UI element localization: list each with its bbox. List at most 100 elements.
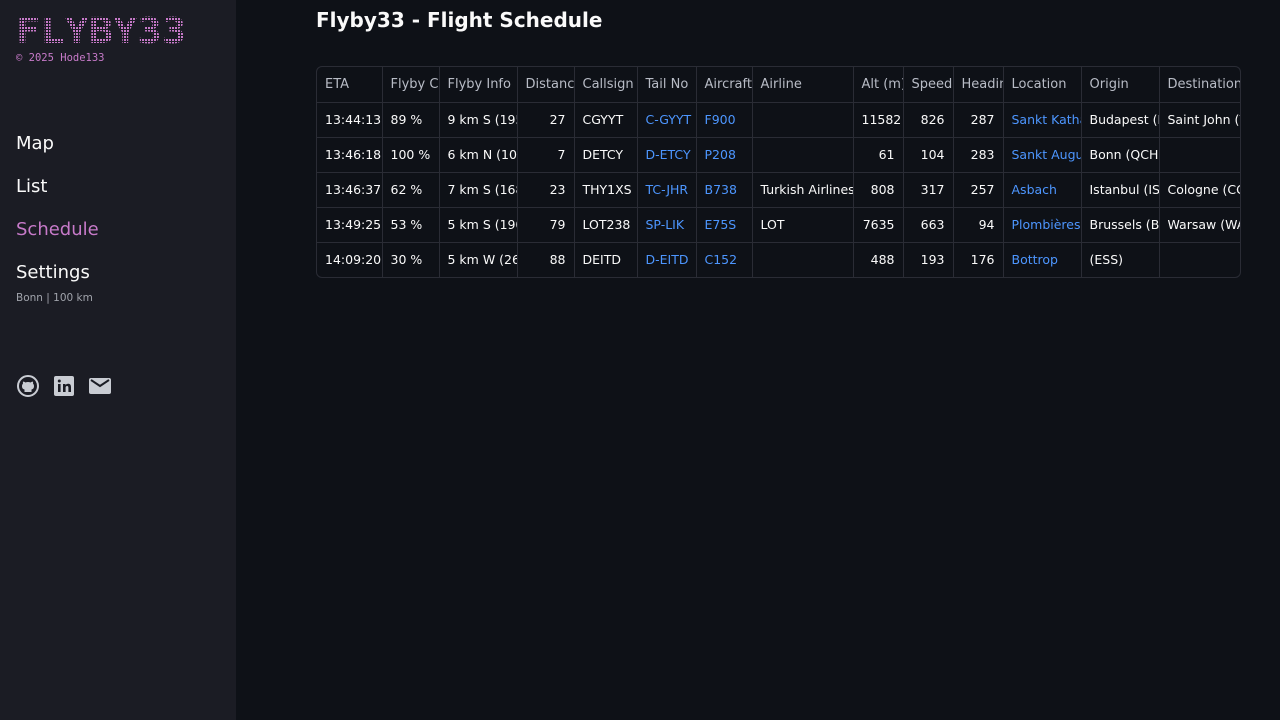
social-links	[16, 374, 112, 398]
cell-tail-no[interactable]: D-EITD	[637, 242, 697, 277]
cell-eta: 13:46:37	[317, 172, 383, 208]
cell-callsign: CGYYT	[574, 102, 638, 138]
cell-flyby-info: 6 km N (10°)	[439, 137, 518, 173]
cell-eta: 13:49:25	[317, 207, 383, 243]
cell-callsign: DETCY	[574, 137, 638, 173]
cell-aircraft[interactable]: E75S	[696, 207, 753, 243]
cell-origin: (ESS)	[1081, 242, 1160, 277]
cell-origin: Brussels (BR	[1081, 207, 1160, 243]
cell-eta: 13:44:13	[317, 102, 383, 138]
cell-aircraft[interactable]: B738	[696, 172, 753, 208]
cell-altitude: 808	[853, 172, 904, 208]
cell-flyby-chance: 53 %	[382, 207, 440, 243]
cell-tail-no[interactable]: TC-JHR	[637, 172, 697, 208]
cell-tail-no[interactable]: D-ETCY	[637, 137, 697, 173]
column-header-distance[interactable]: Distance	[517, 67, 575, 103]
cell-flyby-info: 5 km S (190°	[439, 207, 518, 243]
cell-distance: 79	[517, 207, 575, 243]
cell-altitude: 11582	[853, 102, 904, 138]
cell-flyby-chance: 100 %	[382, 137, 440, 173]
settings-summary: Bonn | 100 km	[16, 292, 93, 304]
cell-destination: Cologne (CG	[1159, 172, 1240, 208]
cell-heading: 176	[953, 242, 1004, 277]
table-row[interactable]: 13:46:3762 %7 km S (168°23THY1XSTC-JHRB7…	[317, 172, 1240, 208]
column-header-callsign[interactable]: Callsign	[574, 67, 638, 103]
cell-heading: 94	[953, 207, 1004, 243]
cell-airline	[752, 102, 854, 138]
cell-location[interactable]: Plombières	[1003, 207, 1082, 243]
flyby33-logo: FLYBY33	[16, 12, 186, 48]
flight-schedule-table[interactable]: ETA Flyby Ch Flyby Info Distance Callsig…	[316, 66, 1241, 278]
cell-location[interactable]: Bottrop	[1003, 242, 1082, 277]
cell-flyby-chance: 62 %	[382, 172, 440, 208]
column-header-flyby-chance[interactable]: Flyby Ch	[382, 67, 440, 103]
cell-eta: 13:46:18	[317, 137, 383, 173]
cell-flyby-info: 9 km S (195°	[439, 102, 518, 138]
column-header-eta[interactable]: ETA	[317, 67, 383, 103]
cell-altitude: 7635	[853, 207, 904, 243]
table-body: 13:44:1389 %9 km S (195°27CGYYTC-GYYTF90…	[317, 102, 1240, 277]
column-header-tail-no[interactable]: Tail No	[637, 67, 697, 103]
cell-speed: 104	[903, 137, 954, 173]
table-row[interactable]: 13:49:2553 %5 km S (190°79LOT238SP-LIKE7…	[317, 207, 1240, 243]
cell-callsign: DEITD	[574, 242, 638, 277]
column-header-flyby-info[interactable]: Flyby Info	[439, 67, 518, 103]
cell-airline	[752, 242, 854, 277]
table-row[interactable]: 14:09:2030 %5 km W (26488DEITDD-EITDC152…	[317, 242, 1240, 277]
cell-location[interactable]: Sankt Katha	[1003, 102, 1082, 138]
cell-aircraft[interactable]: C152	[696, 242, 753, 277]
cell-callsign: THY1XS	[574, 172, 638, 208]
table-header-row: ETA Flyby Ch Flyby Info Distance Callsig…	[317, 67, 1240, 103]
nav-item-map[interactable]: Map	[16, 130, 99, 173]
cell-altitude: 488	[853, 242, 904, 277]
cell-flyby-chance: 30 %	[382, 242, 440, 277]
nav-item-schedule[interactable]: Schedule	[16, 216, 99, 259]
cell-tail-no[interactable]: SP-LIK	[637, 207, 697, 243]
cell-location[interactable]: Sankt Augus	[1003, 137, 1082, 173]
cell-distance: 23	[517, 172, 575, 208]
column-header-heading[interactable]: Headin	[953, 67, 1004, 103]
table-row[interactable]: 13:46:18100 %6 km N (10°)7DETCYD-ETCYP20…	[317, 137, 1240, 173]
nav-item-list[interactable]: List	[16, 173, 99, 216]
cell-airline: Turkish Airlines	[752, 172, 854, 208]
cell-destination	[1159, 242, 1240, 277]
column-header-origin[interactable]: Origin	[1081, 67, 1160, 103]
cell-heading: 287	[953, 102, 1004, 138]
column-header-location[interactable]: Location	[1003, 67, 1082, 103]
copyright-text: © 2025 Hode133	[16, 52, 105, 64]
cell-flyby-info: 7 km S (168°	[439, 172, 518, 208]
cell-flyby-info: 5 km W (264	[439, 242, 518, 277]
cell-location[interactable]: Asbach	[1003, 172, 1082, 208]
cell-speed: 663	[903, 207, 954, 243]
cell-destination: Saint John (Y	[1159, 102, 1240, 138]
cell-distance: 7	[517, 137, 575, 173]
column-header-altitude[interactable]: Alt (m)	[853, 67, 904, 103]
cell-origin: Budapest (B	[1081, 102, 1160, 138]
column-header-destination[interactable]: Destination	[1159, 67, 1240, 103]
column-header-speed[interactable]: Speed (	[903, 67, 954, 103]
cell-aircraft[interactable]: F900	[696, 102, 753, 138]
column-header-airline[interactable]: Airline	[752, 67, 854, 103]
cell-speed: 193	[903, 242, 954, 277]
mail-icon[interactable]	[88, 374, 112, 398]
column-header-aircraft[interactable]: Aircraft	[696, 67, 753, 103]
cell-distance: 27	[517, 102, 575, 138]
cell-altitude: 61	[853, 137, 904, 173]
cell-speed: 826	[903, 102, 954, 138]
cell-distance: 88	[517, 242, 575, 277]
linkedin-icon[interactable]	[52, 374, 76, 398]
page-title: Flyby33 - Flight Schedule	[316, 8, 603, 32]
cell-airline: LOT	[752, 207, 854, 243]
cell-destination	[1159, 137, 1240, 173]
table-row[interactable]: 13:44:1389 %9 km S (195°27CGYYTC-GYYTF90…	[317, 102, 1240, 138]
cell-flyby-chance: 89 %	[382, 102, 440, 138]
github-icon[interactable]	[16, 374, 40, 398]
cell-tail-no[interactable]: C-GYYT	[637, 102, 697, 138]
cell-heading: 257	[953, 172, 1004, 208]
cell-aircraft[interactable]: P208	[696, 137, 753, 173]
cell-callsign: LOT238	[574, 207, 638, 243]
cell-origin: Bonn (QCH)	[1081, 137, 1160, 173]
cell-speed: 317	[903, 172, 954, 208]
sidebar: FLYBY33 © 2025 Hode133 Map List Schedule…	[0, 0, 236, 720]
cell-origin: Istanbul (IST	[1081, 172, 1160, 208]
